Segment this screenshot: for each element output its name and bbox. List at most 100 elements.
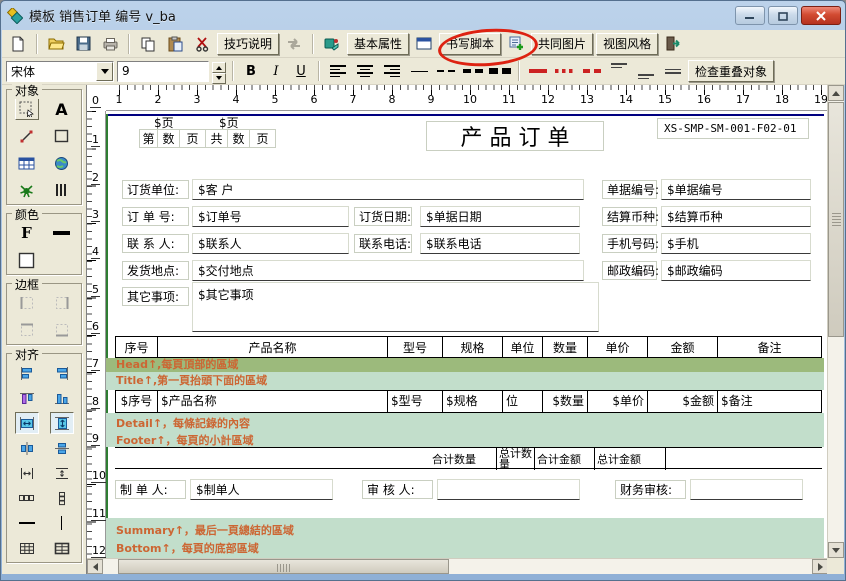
check-overlap-button[interactable]: 检查重叠对象 bbox=[688, 60, 774, 82]
font-size-input[interactable]: 9 bbox=[117, 61, 209, 82]
band-title[interactable]: Title↑,第一頁抬頭下面的區域 bbox=[106, 372, 824, 390]
page-cell[interactable]: 共 bbox=[205, 129, 228, 148]
line-thin-icon[interactable] bbox=[407, 60, 431, 82]
page-cell[interactable]: 页 bbox=[179, 129, 206, 148]
field-label-other[interactable]: 其它事项: bbox=[122, 287, 189, 306]
table-header-cell[interactable]: 单位 bbox=[503, 337, 543, 357]
field-label-order-date[interactable]: 订货日期: bbox=[354, 207, 412, 226]
border-top-tool[interactable] bbox=[15, 319, 39, 341]
border-left-tool[interactable] bbox=[15, 292, 39, 314]
field-label-maker[interactable]: 制 单 人: bbox=[115, 480, 186, 499]
basic-properties-button[interactable]: 基本属性 bbox=[347, 33, 409, 55]
same-height-icon[interactable] bbox=[50, 412, 74, 434]
bold-button[interactable]: B bbox=[240, 60, 262, 82]
align-center-icon[interactable] bbox=[353, 60, 377, 82]
align-left-icon[interactable] bbox=[326, 60, 350, 82]
detail-cell[interactable]: $型号 bbox=[388, 391, 443, 412]
field-value-phone[interactable]: $联系电话 bbox=[420, 233, 580, 254]
scroll-right-icon[interactable] bbox=[812, 559, 828, 574]
field-label-finance[interactable]: 财务审核: bbox=[615, 480, 686, 499]
detail-cell[interactable]: $产品名称 bbox=[158, 391, 388, 412]
rectangle-tool[interactable] bbox=[50, 125, 74, 147]
field-value-zip[interactable]: $邮政编码 bbox=[661, 260, 811, 281]
red-line-dashed-icon[interactable] bbox=[580, 60, 604, 82]
red-line-solid-icon[interactable] bbox=[526, 60, 550, 82]
grid-icon[interactable] bbox=[15, 537, 39, 559]
border-bottom-tool[interactable] bbox=[50, 319, 74, 341]
align-right-icon[interactable] bbox=[380, 60, 404, 82]
detail-cell[interactable]: $备注 bbox=[718, 391, 821, 412]
table-header-cell[interactable]: 金额 bbox=[648, 337, 718, 357]
font-family-select[interactable]: 宋体 bbox=[6, 61, 114, 82]
table-header-cell[interactable]: 产品名称 bbox=[158, 337, 388, 357]
center-vertical-icon[interactable] bbox=[50, 437, 74, 459]
double-line-top-icon[interactable] bbox=[607, 60, 631, 82]
form-title[interactable]: 产品订单 bbox=[426, 121, 604, 151]
table-header-cell[interactable]: 数量 bbox=[543, 337, 588, 357]
field-label-mobile[interactable]: 手机号码: bbox=[602, 234, 657, 253]
select-tool[interactable] bbox=[15, 98, 39, 120]
line-dash-medium-icon[interactable] bbox=[434, 60, 458, 82]
field-value-order-date[interactable]: $单据日期 bbox=[420, 206, 580, 227]
template-canvas[interactable]: $页 $页 第数页共数页 产品订单 XS-SMP-SM-001-F02-01 订… bbox=[106, 111, 828, 558]
field-label-address[interactable]: 发货地点: bbox=[122, 261, 189, 280]
field-value-contact[interactable]: $联系人 bbox=[192, 233, 349, 254]
spin-up-icon[interactable] bbox=[212, 62, 226, 73]
field-value-order-no[interactable]: $订单号 bbox=[192, 206, 349, 227]
horizontal-scroll-thumb[interactable] bbox=[118, 559, 449, 574]
space-horizontally-icon[interactable] bbox=[15, 462, 39, 484]
table-header-cell[interactable]: 型号 bbox=[388, 337, 443, 357]
table-header-row[interactable]: 序号产品名称型号规格单位数量单价金额备注 bbox=[115, 336, 822, 358]
field-value-doc-no[interactable]: $单据编号 bbox=[661, 179, 811, 200]
shared-images-button[interactable]: 共同图片 bbox=[531, 33, 593, 55]
script-add-icon[interactable] bbox=[504, 33, 528, 55]
font-color-tool[interactable]: F bbox=[15, 222, 39, 244]
field-value-other[interactable]: $其它事项 bbox=[192, 282, 599, 332]
table-header-cell[interactable]: 备注 bbox=[718, 337, 821, 357]
subtotal-cell[interactable]: 总计金额 bbox=[594, 448, 666, 470]
band-detail-footer[interactable]: Detail↑，每條記錄的內容 Footer↑，每頁的小計區域 bbox=[106, 413, 824, 447]
close-button[interactable] bbox=[801, 6, 841, 25]
detail-row[interactable]: $序号$产品名称$型号$规格位$数量$单价$金额$备注 bbox=[115, 390, 822, 413]
window-properties-icon[interactable] bbox=[412, 33, 436, 55]
save-icon[interactable] bbox=[71, 33, 95, 55]
table-tool[interactable] bbox=[15, 152, 39, 174]
vertical-line-icon[interactable] bbox=[50, 512, 74, 534]
field-value-address[interactable]: $交付地点 bbox=[192, 260, 584, 281]
detail-cell[interactable]: $金额 bbox=[648, 391, 718, 412]
horizontal-scrollbar[interactable] bbox=[87, 558, 828, 574]
table-grid-icon[interactable] bbox=[50, 537, 74, 559]
vertical-scrollbar[interactable] bbox=[827, 85, 844, 558]
barcode-tool[interactable] bbox=[50, 179, 74, 201]
open-icon[interactable] bbox=[44, 33, 68, 55]
page-cell[interactable]: 页 bbox=[249, 129, 276, 148]
subtotal-row[interactable]: 合计数量总计数量合计金额总计金额 bbox=[115, 447, 822, 469]
page-cell[interactable]: 第 bbox=[139, 129, 158, 148]
detail-cell[interactable]: 位 bbox=[503, 391, 543, 412]
detail-cell[interactable]: $单价 bbox=[588, 391, 648, 412]
scroll-down-icon[interactable] bbox=[828, 542, 844, 558]
field-value-customer[interactable]: $客 户 bbox=[192, 179, 584, 200]
globe-tool[interactable] bbox=[50, 152, 74, 174]
scroll-up-icon[interactable] bbox=[828, 85, 844, 101]
field-label-zip[interactable]: 邮政编码: bbox=[602, 261, 657, 280]
italic-button[interactable]: I bbox=[265, 60, 287, 82]
write-script-button[interactable]: 书写脚本 bbox=[439, 33, 501, 55]
field-value-finance[interactable] bbox=[690, 479, 803, 500]
page-cell[interactable]: 数 bbox=[227, 129, 250, 148]
field-label-contact[interactable]: 联 系 人: bbox=[122, 234, 189, 253]
copy-icon[interactable] bbox=[136, 33, 160, 55]
swap-arrows-icon[interactable] bbox=[282, 33, 306, 55]
equal-columns-icon[interactable] bbox=[15, 487, 39, 509]
band-head[interactable]: Head↑,每頁頂部的區域 bbox=[106, 358, 824, 372]
field-label-order-no[interactable]: 订 单 号: bbox=[122, 207, 189, 226]
chevron-down-icon[interactable] bbox=[96, 62, 113, 81]
space-vertically-icon[interactable] bbox=[50, 462, 74, 484]
underline-button[interactable]: U bbox=[290, 60, 312, 82]
double-line-middle-icon[interactable] bbox=[661, 60, 685, 82]
field-value-auditor[interactable] bbox=[437, 479, 580, 500]
line-color-tool[interactable] bbox=[50, 222, 74, 244]
align-lefts-icon[interactable] bbox=[15, 362, 39, 384]
horizontal-line-icon[interactable] bbox=[15, 512, 39, 534]
subtotal-cell[interactable]: 合计数量 bbox=[430, 448, 496, 470]
